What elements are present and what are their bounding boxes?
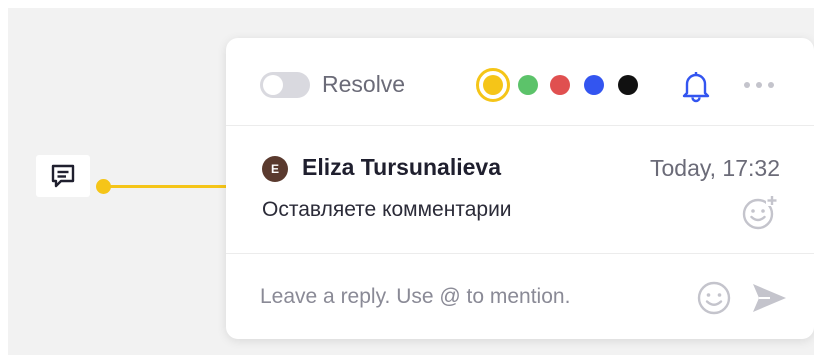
comment-icon — [51, 164, 75, 188]
send-icon — [753, 284, 786, 312]
add-reaction-icon — [742, 195, 778, 230]
send-button[interactable] — [748, 278, 790, 318]
comment-author: Eliza Tursunalieva — [302, 154, 501, 180]
color-swatch-blue[interactable] — [584, 75, 604, 95]
anchor-connector-dot — [96, 179, 111, 194]
more-icon — [744, 82, 774, 88]
notify-button[interactable] — [678, 68, 714, 104]
comment-text: Оставляете комментарии — [262, 198, 512, 221]
reply-area — [226, 254, 814, 339]
color-swatch-yellow-fill — [483, 75, 503, 95]
anchor-connector-line — [103, 185, 227, 188]
emoji-button[interactable] — [694, 278, 734, 318]
resolve-label: Resolve — [322, 71, 406, 97]
resolve-toggle[interactable] — [260, 72, 310, 98]
comment-card-header: Resolve — [226, 38, 814, 126]
comment-item: E Eliza Tursunalieva Today, 17:32 Оставл… — [226, 126, 814, 254]
color-swatch-black[interactable] — [618, 75, 638, 95]
emoji-icon — [697, 281, 731, 315]
color-swatch-green[interactable] — [518, 75, 538, 95]
resolve-toggle-knob — [263, 75, 283, 95]
reply-input[interactable] — [260, 282, 680, 312]
color-swatch-red[interactable] — [550, 75, 570, 95]
more-options-button[interactable] — [740, 72, 780, 98]
add-reaction-button[interactable] — [740, 192, 780, 232]
comment-card: Resolve E Eliza Tursunalieva Today, 17:3… — [226, 38, 814, 339]
comment-anchor-button[interactable] — [36, 155, 90, 197]
color-swatch-yellow[interactable] — [476, 68, 510, 102]
comment-timestamp: Today, 17:32 — [649, 155, 780, 181]
avatar: E — [262, 156, 288, 182]
bell-icon — [682, 72, 710, 103]
